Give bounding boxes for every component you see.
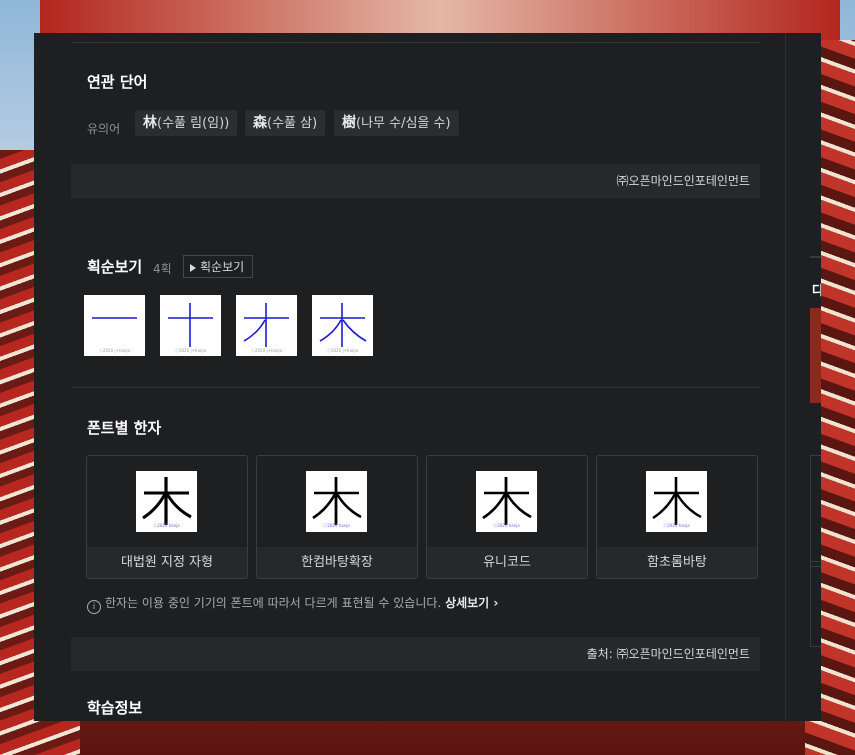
side-panel-card-2[interactable]	[810, 561, 821, 647]
stroke-step-svg	[92, 317, 137, 319]
synonym-chip-1[interactable]: 林(수풀 림(임))	[135, 110, 238, 136]
synonym-chip-2[interactable]: 森(수풀 삼)	[245, 110, 326, 136]
synonym-chip-3[interactable]: 樹(나무 수/심을 수)	[334, 110, 459, 136]
font-watermark: ⓒ2020 hanja	[663, 523, 690, 528]
font-hanja-source: 출처: ㈜오픈마인드인포테인먼트	[71, 637, 760, 671]
font-watermark: ⓒ2020 hanja	[323, 523, 350, 528]
font-card-1: ⓒ2020 hanja 대법원 지정 자형	[86, 455, 248, 579]
side-panel: 다	[785, 33, 821, 721]
font-notice-text: 한자는 이용 중인 기기의 폰트에 따라서 다르게 표현될 수 있습니다.	[105, 596, 442, 610]
font-card-caption: 한컴바탕확장	[257, 547, 417, 578]
top-divider	[71, 42, 760, 43]
detail-link-label: 상세보기	[445, 596, 490, 610]
font-card-caption: 함초롬바탕	[597, 547, 757, 578]
font-notice: i 한자는 이용 중인 기기의 폰트에 따라서 다르게 표현될 수 있습니다. 상…	[87, 594, 498, 614]
synonym-hanja: 森	[253, 115, 267, 131]
stroke-step-svg	[168, 303, 213, 347]
font-card-4: ⓒ2020 hanja 함초롬바탕	[596, 455, 758, 579]
stroke-watermark: ⓒ2020 j+hanja	[327, 348, 358, 353]
side-panel-thumbnail[interactable]	[810, 308, 821, 403]
stroke-step-2: ⓒ2020 j+hanja	[160, 295, 221, 356]
synonym-label: 유의어	[87, 122, 121, 136]
font-card-caption: 유니코드	[427, 547, 587, 578]
synonym-hanja: 林	[143, 115, 157, 131]
font-card-2: ⓒ2020 hanja 한컴바탕확장	[256, 455, 418, 579]
synonym-reading: (나무 수/심을 수)	[356, 116, 451, 131]
side-panel-divider	[810, 256, 821, 258]
stroke-watermark: ⓒ2020 j+hanja	[99, 348, 130, 353]
stroke-order-play-button[interactable]: 획순보기	[183, 255, 254, 278]
play-icon	[190, 263, 196, 272]
font-hanja-title: 폰트별 한자	[87, 419, 162, 437]
font-glyph-image: ⓒ2020 hanja	[136, 471, 197, 532]
stroke-watermark: ⓒ2020 j+hanja	[175, 348, 206, 353]
stroke-step-svg	[319, 303, 367, 347]
side-panel-label: 다	[812, 284, 821, 299]
detail-link[interactable]: 상세보기 ›	[445, 596, 498, 610]
synonym-reading: (수풀 림(임))	[157, 116, 230, 131]
font-watermark: ⓒ2020 hanja	[493, 523, 520, 528]
side-panel-card-1[interactable]	[810, 455, 821, 567]
stroke-step-4: ⓒ2020 j+hanja	[312, 295, 373, 356]
font-card-3: ⓒ2020 hanja 유니코드	[426, 455, 588, 579]
learning-info-title: 학습정보	[87, 699, 143, 717]
font-watermark: ⓒ2020 hanja	[153, 523, 180, 528]
stroke-step-1: ⓒ2020 j+hanja	[84, 295, 145, 356]
chevron-right-icon: ›	[493, 596, 499, 610]
stroke-watermark: ⓒ2020 j+hanja	[251, 348, 282, 353]
font-glyph-image: ⓒ2020 hanja	[476, 471, 537, 532]
related-words-title: 연관 단어	[87, 73, 148, 91]
synonym-reading: (수풀 삼)	[267, 116, 318, 131]
stroke-divider	[71, 387, 760, 388]
stroke-step-svg	[243, 303, 289, 347]
stroke-order-title: 획순보기	[87, 258, 143, 276]
related-words-source: ㈜오픈마인드인포테인먼트	[71, 164, 760, 198]
stroke-step-3: ⓒ2020 j+hanja	[236, 295, 297, 356]
font-glyph-image: ⓒ2020 hanja	[646, 471, 707, 532]
stroke-count: 4획	[153, 262, 172, 276]
synonym-hanja: 樹	[342, 115, 356, 131]
hanja-detail-modal: 연관 단어 유의어 林(수풀 림(임)) 森(수풀 삼) 樹(나무 수/심을 수…	[34, 33, 821, 721]
font-glyph-image: ⓒ2020 hanja	[306, 471, 367, 532]
font-card-caption: 대법원 지정 자형	[87, 547, 247, 578]
stroke-order-button-label: 획순보기	[200, 260, 245, 274]
info-icon: i	[87, 600, 101, 614]
